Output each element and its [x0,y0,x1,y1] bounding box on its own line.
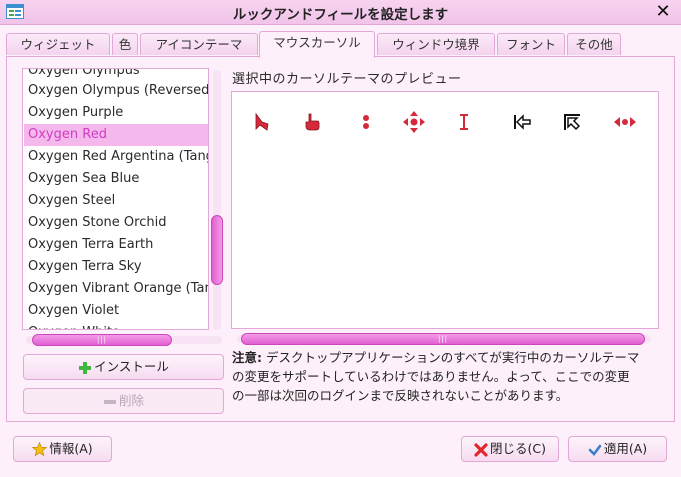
window-close-button[interactable]: ✕ [652,2,674,21]
arrow-cursor-icon [255,112,269,131]
apply-button[interactable]: 適用(A) [568,436,667,462]
check-icon [588,444,602,456]
list-item[interactable]: Oxygen Purple [24,102,208,124]
busy-cursor-icon [363,115,369,129]
close-icon [474,442,488,457]
restart-note: 注意: デスクトップアプリケーションのすべてが実行中のカーソルテーマの変更をサポ… [232,348,642,405]
about-button[interactable]: 情報(A) [13,436,112,462]
plus-icon [79,361,92,374]
list-item[interactable]: Oxygen White [24,322,208,329]
list-item[interactable]: Oxygen Stone Orchid [24,212,208,234]
close-icon: ✕ [655,1,671,22]
preview-horizontal-scrollbar[interactable]: ||| [237,333,651,345]
tab-fonts[interactable]: フォント [497,33,565,55]
list-vertical-scrollbar[interactable] [210,70,224,330]
list-item[interactable]: Oxygen Violet [24,300,208,322]
list-item[interactable]: Oxygen Sea Blue [24,168,208,190]
list-horizontal-scrollbar[interactable]: ||| [26,334,222,346]
scroll-thumb[interactable] [211,215,223,285]
list-item[interactable]: Oxygen Terra Sky [24,256,208,278]
list-item[interactable]: Oxygen Vibrant Orange (Tango) [24,278,208,300]
install-button[interactable]: インストール [23,354,224,380]
star-icon [32,442,48,457]
list-item[interactable]: Oxygen Olympus (Reversed) [24,80,208,102]
list-item[interactable]: Oxygen Red Argentina (Tango) [24,146,208,168]
note-bold: 注意: [232,350,262,365]
list-item-selected[interactable]: Oxygen Red [24,124,208,146]
scroll-thumb[interactable]: ||| [241,333,645,345]
move-cursor-icon [403,111,425,133]
list-item[interactable]: Oxygen Terra Earth [24,234,208,256]
title-bar: ルックアンドフィールを設定します ✕ [0,0,681,25]
tab-window-border[interactable]: ウィンドウ境界 [377,33,495,55]
minus-icon [103,399,116,404]
list-item[interactable]: Oxygen Steel [24,190,208,212]
remove-label: 削除 [118,393,144,408]
cursor-preview[interactable] [231,91,659,329]
remove-button[interactable]: 削除 [23,388,224,414]
close-label: 閉じる(C) [490,441,546,456]
horizontal-resize-cursor-icon [614,117,636,127]
about-label: 情報(A) [49,441,93,456]
close-button[interactable]: 閉じる(C) [461,436,559,462]
text-cursor-icon [460,114,468,130]
top-left-corner-cursor-icon [564,114,581,131]
hand-cursor-icon [305,113,320,131]
tab-icon-theme[interactable]: アイコンテーマ [140,33,258,55]
left-side-cursor-icon [514,114,531,130]
note-text: デスクトップアプリケーションのすべてが実行中のカーソルテーマの変更をサポートして… [232,350,640,403]
install-label: インストール [94,359,169,374]
window-title: ルックアンドフィールを設定します [232,7,449,23]
apply-label: 適用(A) [603,441,648,456]
tab-mouse-cursor[interactable]: マウスカーソル [259,31,375,58]
scroll-thumb[interactable]: ||| [32,334,172,346]
preview-label: 選択中のカーソルテーマのプレビュー [232,72,462,87]
cursor-theme-list[interactable]: Oxygen Olympus Oxygen Olympus (Reversed)… [22,68,209,330]
scroll-track [213,70,221,330]
tab-colors[interactable]: 色 [112,33,138,55]
tab-misc[interactable]: その他 [567,33,621,55]
tab-widgets[interactable]: ウィジェット [6,33,110,55]
